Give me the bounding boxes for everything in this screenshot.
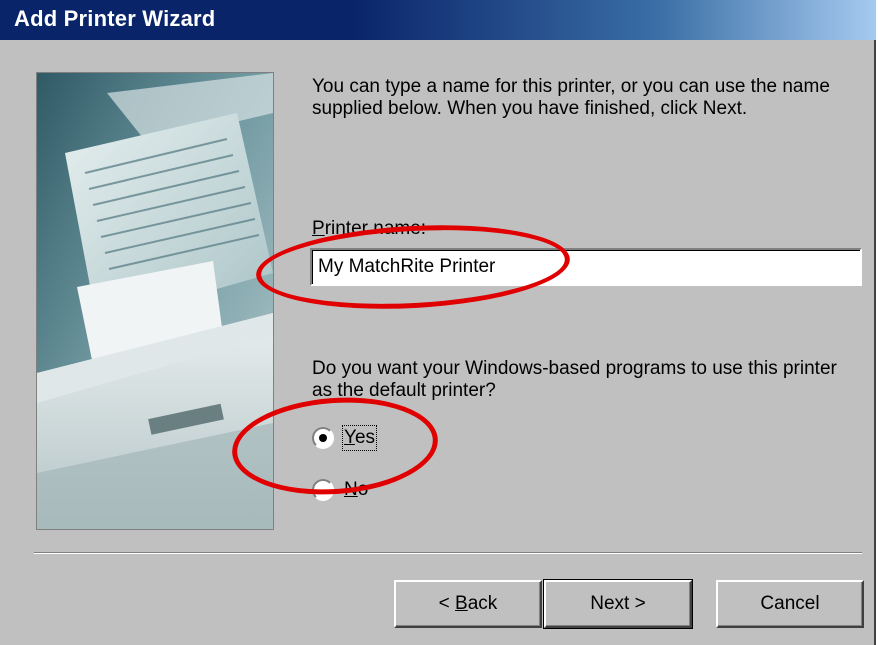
back-button-rest: ack xyxy=(467,593,498,614)
intro-text: You can type a name for this printer, or… xyxy=(312,76,830,119)
default-printer-question: Do you want your Windows-based programs … xyxy=(312,358,837,401)
printer-name-label-mnemonic: P xyxy=(312,218,325,239)
back-button-mnemonic: B xyxy=(455,593,468,614)
separator-line xyxy=(34,552,862,554)
window-title: Add Printer Wizard xyxy=(14,6,216,31)
back-button[interactable]: < Back xyxy=(394,580,542,628)
next-button[interactable]: Next > xyxy=(543,579,693,629)
title-bar[interactable]: Add Printer Wizard xyxy=(0,0,876,40)
cancel-button[interactable]: Cancel xyxy=(716,580,864,628)
add-printer-wizard-window: Add Printer Wizard You can type a name f… xyxy=(0,0,876,645)
red-annotation-circle-name xyxy=(254,217,572,317)
back-button-prefix: < xyxy=(438,593,456,614)
